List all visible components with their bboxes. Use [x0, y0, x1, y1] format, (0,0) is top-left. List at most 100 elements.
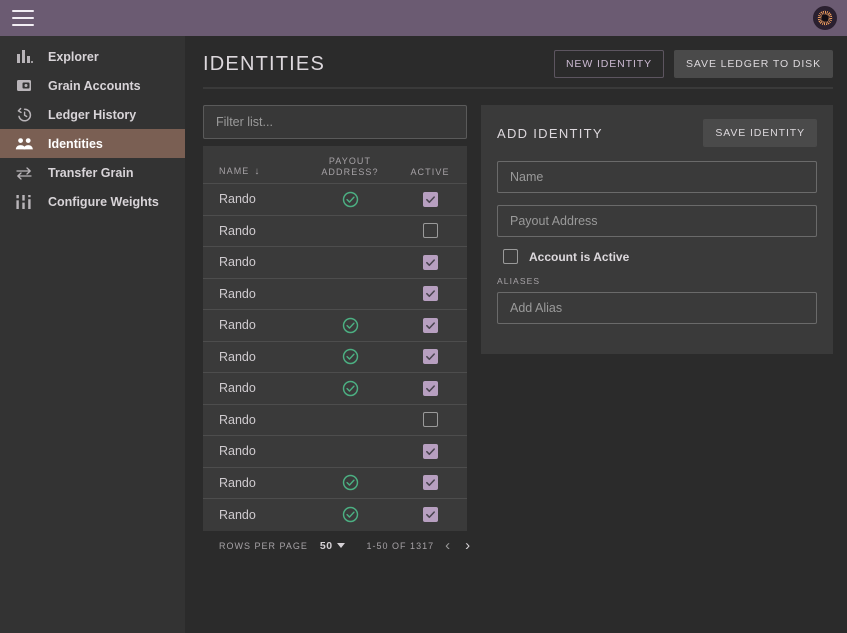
page-title: IDENTITIES	[203, 52, 326, 75]
account-is-active-row[interactable]: Account is Active	[503, 249, 817, 264]
hamburger-icon[interactable]	[12, 10, 34, 26]
cell-active	[393, 475, 467, 491]
body-row: Explorer Grain Accounts Ledger History I…	[0, 36, 847, 633]
sidebar-item-ledger-history[interactable]: Ledger History	[0, 100, 185, 129]
table-row[interactable]: Rando	[203, 436, 467, 468]
active-checkbox-checked[interactable]	[422, 191, 438, 207]
active-checkbox-unchecked[interactable]	[422, 412, 438, 428]
table-row[interactable]: Rando	[203, 468, 467, 499]
transfer-icon	[14, 164, 34, 182]
checkmark-icon	[425, 322, 435, 329]
column-header-payout-address[interactable]: PAYOUT ADDRESS?	[307, 156, 393, 179]
account-is-active-label: Account is Active	[529, 249, 630, 264]
active-checkbox-checked[interactable]	[422, 349, 438, 365]
rows-per-page-label: ROWS PER PAGE	[219, 540, 308, 551]
active-checkbox-checked[interactable]	[422, 380, 438, 396]
table-row[interactable]: Rando	[203, 247, 467, 279]
sort-descending-icon: ↓	[254, 165, 261, 177]
cell-name: Rando	[219, 475, 256, 490]
chevron-down-icon	[336, 543, 345, 548]
sidebar-item-label: Explorer	[48, 49, 99, 64]
cell-name: Rando	[219, 381, 256, 396]
header-actions: NEW IDENTITY SAVE LEDGER TO DISK	[553, 50, 833, 78]
add-alias-input[interactable]: Add Alias	[497, 292, 817, 324]
cell-payout-address	[307, 506, 393, 523]
table-row[interactable]: Rando	[203, 405, 467, 436]
sidebar-item-explorer[interactable]: Explorer	[0, 42, 185, 71]
column-header-active[interactable]: ACTIVE	[393, 167, 467, 178]
hamburger-bar	[12, 24, 34, 26]
checkmark-icon	[425, 259, 435, 266]
check-circle-icon	[342, 317, 358, 333]
cell-payout-address	[307, 191, 393, 208]
chevron-left-icon[interactable]: ‹	[442, 536, 454, 555]
cell-active	[393, 507, 467, 523]
user-avatar-icon[interactable]	[813, 6, 837, 30]
cell-active	[393, 254, 467, 270]
name-input[interactable]: Name	[497, 161, 817, 193]
sidebar-item-identities[interactable]: Identities	[0, 129, 185, 158]
active-checkbox-checked[interactable]	[422, 286, 438, 302]
hamburger-bar	[12, 17, 34, 19]
column-header-name[interactable]: NAME ↓	[203, 166, 307, 179]
cell-name: Rando	[219, 192, 256, 207]
sidebar-item-label: Transfer Grain	[48, 165, 134, 180]
column-header-name-label: NAME	[219, 166, 250, 177]
sidebar-item-configure-weights[interactable]: Configure Weights	[0, 187, 185, 216]
sidebar-item-label: Identities	[48, 136, 103, 151]
content-area: Filter list... NAME ↓ PAYOUT ADDRESS? AC…	[185, 89, 847, 561]
checkmark-icon	[425, 479, 435, 487]
table-footer: ROWS PER PAGE 50 1-50 OF 1317 ‹ ›	[203, 531, 470, 561]
rows-per-page-select[interactable]: 50	[320, 540, 345, 552]
table-row[interactable]: Rando	[203, 184, 467, 216]
table-row[interactable]: Rando	[203, 499, 467, 531]
active-checkbox-checked[interactable]	[422, 443, 438, 459]
checkmark-icon	[425, 290, 435, 298]
sidebar-item-transfer-grain[interactable]: Transfer Grain	[0, 158, 185, 187]
name-input-placeholder: Name	[510, 170, 544, 184]
check-circle-icon	[342, 475, 358, 491]
active-checkbox-checked[interactable]	[422, 317, 438, 333]
pagination-range: 1-50 OF 1317	[366, 540, 435, 551]
page-header: IDENTITIES NEW IDENTITY SAVE LEDGER TO D…	[185, 36, 847, 78]
check-circle-icon	[342, 349, 358, 365]
table-row[interactable]: Rando	[203, 310, 467, 342]
cell-name: Rando	[219, 507, 256, 522]
checkmark-icon	[425, 196, 435, 203]
add-alias-input-placeholder: Add Alias	[510, 301, 563, 315]
filter-input[interactable]: Filter list...	[203, 105, 467, 139]
save-ledger-to-disk-button[interactable]: SAVE LEDGER TO DISK	[674, 50, 833, 78]
cell-name: Rando	[219, 412, 256, 427]
active-checkbox-checked[interactable]	[422, 507, 438, 523]
cell-active	[393, 349, 467, 365]
account-is-active-checkbox[interactable]	[503, 249, 518, 264]
active-checkbox-checked[interactable]	[422, 475, 438, 491]
table-row[interactable]: Rando	[203, 373, 467, 405]
active-checkbox-checked[interactable]	[422, 254, 438, 270]
save-identity-button[interactable]: SAVE IDENTITY	[703, 119, 817, 147]
identities-table-card: Filter list... NAME ↓ PAYOUT ADDRESS? AC…	[203, 105, 470, 561]
table-row[interactable]: Rando	[203, 342, 467, 373]
check-circle-icon	[342, 507, 358, 523]
app-root: Explorer Grain Accounts Ledger History I…	[0, 0, 847, 633]
cell-active	[393, 317, 467, 333]
new-identity-button[interactable]: NEW IDENTITY	[553, 50, 665, 78]
cell-name: Rando	[219, 318, 256, 333]
add-identity-header: ADD IDENTITY SAVE IDENTITY	[497, 119, 817, 147]
check-circle-icon	[342, 380, 358, 396]
sidebar-item-grain-accounts[interactable]: Grain Accounts	[0, 71, 185, 100]
top-bar	[0, 0, 847, 36]
table-header-row: NAME ↓ PAYOUT ADDRESS? ACTIVE	[203, 146, 467, 184]
sidebar: Explorer Grain Accounts Ledger History I…	[0, 36, 185, 633]
cell-payout-address	[307, 380, 393, 397]
chevron-right-icon[interactable]: ›	[462, 536, 474, 555]
table-row[interactable]: Rando	[203, 216, 467, 247]
main-content: IDENTITIES NEW IDENTITY SAVE LEDGER TO D…	[185, 36, 847, 633]
sidebar-item-label: Configure Weights	[48, 194, 159, 209]
aliases-label: ALIASES	[497, 276, 541, 286]
checkmark-icon	[425, 353, 435, 361]
table-row[interactable]: Rando	[203, 279, 467, 310]
payout-address-input[interactable]: Payout Address	[497, 205, 817, 237]
active-checkbox-unchecked[interactable]	[422, 223, 438, 239]
table-body: Rando Rando Rando Rando Rando Rando Rando Rando…	[203, 184, 467, 531]
